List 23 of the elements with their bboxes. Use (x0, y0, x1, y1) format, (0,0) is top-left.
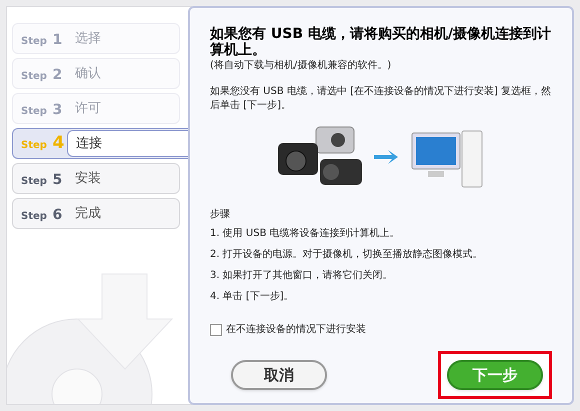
step-number: Step 5 (20, 170, 63, 190)
step-number: Step 1 (20, 30, 63, 50)
cancel-button[interactable]: 取消 (231, 360, 327, 390)
step-label: 连接 (67, 130, 191, 157)
step-label: 确认 (74, 64, 101, 83)
procedure-title: 步骤 (210, 208, 231, 222)
step-number: Step 2 (20, 66, 63, 84)
procedure-step: 3. 如果打开了其他窗口，请将它们关闭。 (210, 268, 552, 283)
step-number: Step 3 (20, 100, 63, 120)
step-label: 安装 (74, 170, 101, 188)
heading-text: 如果您有 USB 电缆，请将购买的相机/摄像机连接到计算机上。 (210, 26, 552, 58)
subheading-text: (将自动下载与相机/摄像机兼容的软件。) (210, 58, 392, 73)
procedure-step: 1. 使用 USB 电缆将设备连接到计算机上。 (210, 226, 552, 241)
step-number: Step 6 (20, 206, 63, 224)
procedure-step: 4. 单击 [下一步]。 (210, 289, 552, 304)
step-label: 完成 (74, 204, 101, 223)
step-label: 选择 (74, 30, 101, 48)
step-number: Step 4 (20, 132, 63, 155)
note-text: 如果您没有 USB 电缆，请选中 [在不连接设备的情况下进行安装] 复选框，然后单击 [下一步]。 (210, 85, 552, 113)
checkbox[interactable] (210, 324, 222, 336)
checkbox-label: 在不连接设备的情况下进行安装 (226, 322, 366, 337)
procedure-step: 2. 打开设备的电源。对于摄像机，切换至播放静态图像模式。 (210, 247, 552, 262)
step-label: 许可 (74, 100, 101, 118)
